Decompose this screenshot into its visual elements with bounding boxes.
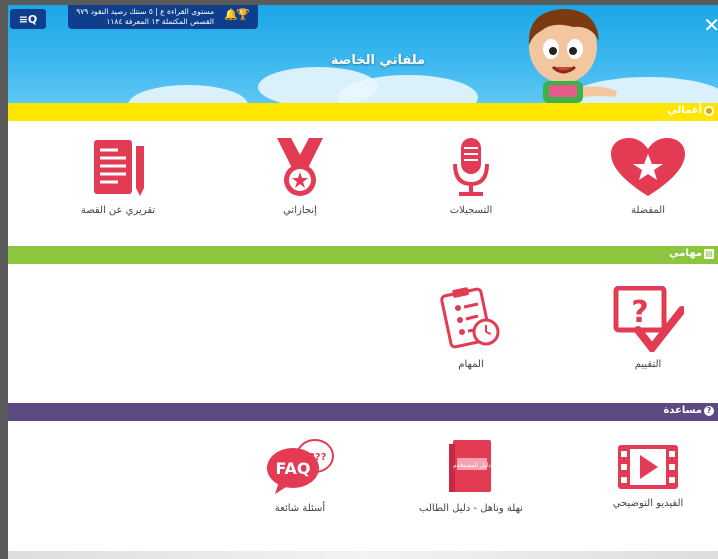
microphone-icon bbox=[453, 138, 489, 196]
bell-icon: 🔔 bbox=[224, 8, 238, 21]
knowledge-label: المعرفة bbox=[124, 17, 149, 26]
tile-tasks[interactable]: المهام bbox=[406, 286, 536, 372]
tile-tutorial-video[interactable]: الفيديو التوضيحي bbox=[583, 443, 713, 511]
reading-level-value: ع | ٥ سنتك bbox=[129, 7, 165, 16]
guide-book-icon: دليل المستخدم bbox=[449, 440, 491, 492]
tile-label-student-guide: نهلة وناهل - دليل الطالب bbox=[419, 503, 523, 514]
reading-level-label: مستوى القراءة bbox=[167, 7, 214, 16]
tile-achievements[interactable]: إنجازاتي bbox=[235, 138, 365, 218]
stories-label: القصص المكتملة bbox=[161, 17, 214, 26]
help-icon: ? bbox=[704, 405, 714, 416]
coins-label: رصيد النقود bbox=[90, 7, 127, 16]
section-label-help: مساعدة bbox=[663, 405, 702, 416]
tile-student-guide[interactable]: دليل المستخدم نهلة وناهل - دليل الطالب bbox=[406, 438, 536, 516]
tile-label-tutorial-video: الفيديو التوضيحي bbox=[612, 498, 684, 509]
knowledge-value: ١١٨٤ bbox=[106, 17, 123, 26]
heart-star-icon bbox=[611, 138, 685, 196]
cloud-decoration bbox=[128, 85, 248, 103]
close-button[interactable]: ✕ bbox=[703, 13, 718, 37]
tile-faq[interactable]: ??? FAQ أسئلة شائعة bbox=[235, 438, 365, 516]
mascot-boy-illustration bbox=[528, 9, 617, 103]
tile-label-favorites: المفضلة bbox=[630, 205, 665, 216]
section-header-my-tasks: ▤ مهامي bbox=[8, 246, 718, 264]
tile-label-assessment: التقييم bbox=[634, 359, 662, 370]
tile-label-tasks: المهام bbox=[458, 359, 484, 370]
tile-assessment[interactable]: ? التقييم bbox=[583, 286, 713, 372]
profile-panel: ≡Q 🏆 🔔 مستوى القراءة ع | ٥ سنتك رصيد الن… bbox=[8, 5, 718, 559]
tile-label-story-report: تقريري عن القصة bbox=[80, 205, 156, 216]
report-pencil-icon bbox=[94, 140, 144, 196]
trophy-icon: 🏆 bbox=[236, 8, 250, 21]
bottom-scroll-bar[interactable] bbox=[8, 551, 718, 559]
info-icon: ● bbox=[704, 105, 714, 116]
clipboard-icon: ▤ bbox=[704, 248, 714, 259]
tile-label-achievements: إنجازاتي bbox=[283, 205, 317, 216]
section-label-my-work: أعمالي bbox=[667, 105, 702, 116]
assessment-check-icon: ? bbox=[613, 286, 684, 352]
tile-favorites[interactable]: المفضلة bbox=[583, 138, 713, 218]
section-label-my-tasks: مهامي bbox=[669, 248, 702, 259]
tile-recordings[interactable]: التسجيلات bbox=[406, 138, 536, 218]
page-title: ملفاتي الخاصة bbox=[330, 53, 426, 68]
menu-search-button[interactable]: ≡Q bbox=[10, 9, 46, 29]
video-film-icon bbox=[618, 445, 678, 489]
stats-panel: 🏆 🔔 مستوى القراءة ع | ٥ سنتك رصيد النقود… bbox=[68, 5, 258, 29]
guide-cover-text: دليل المستخدم bbox=[453, 462, 491, 469]
svg-text:FAQ: FAQ bbox=[275, 459, 310, 478]
svg-text:?: ? bbox=[631, 295, 648, 330]
tile-label-faq: أسئلة شائعة bbox=[274, 503, 326, 514]
stories-value: ١٣ bbox=[151, 17, 160, 26]
task-checklist-icon bbox=[440, 287, 500, 349]
coins-value: ٩٧٩ bbox=[76, 7, 89, 16]
section-header-my-work: ● أعمالي bbox=[8, 103, 718, 121]
medal-icon bbox=[277, 138, 323, 196]
tile-story-report[interactable]: تقريري عن القصة bbox=[53, 138, 183, 218]
section-header-help: ? مساعدة bbox=[8, 403, 718, 421]
faq-bubble-icon: ??? FAQ bbox=[267, 439, 334, 494]
tile-label-recordings: التسجيلات bbox=[449, 205, 493, 216]
header: ≡Q 🏆 🔔 مستوى القراءة ع | ٥ سنتك رصيد الن… bbox=[8, 5, 718, 103]
